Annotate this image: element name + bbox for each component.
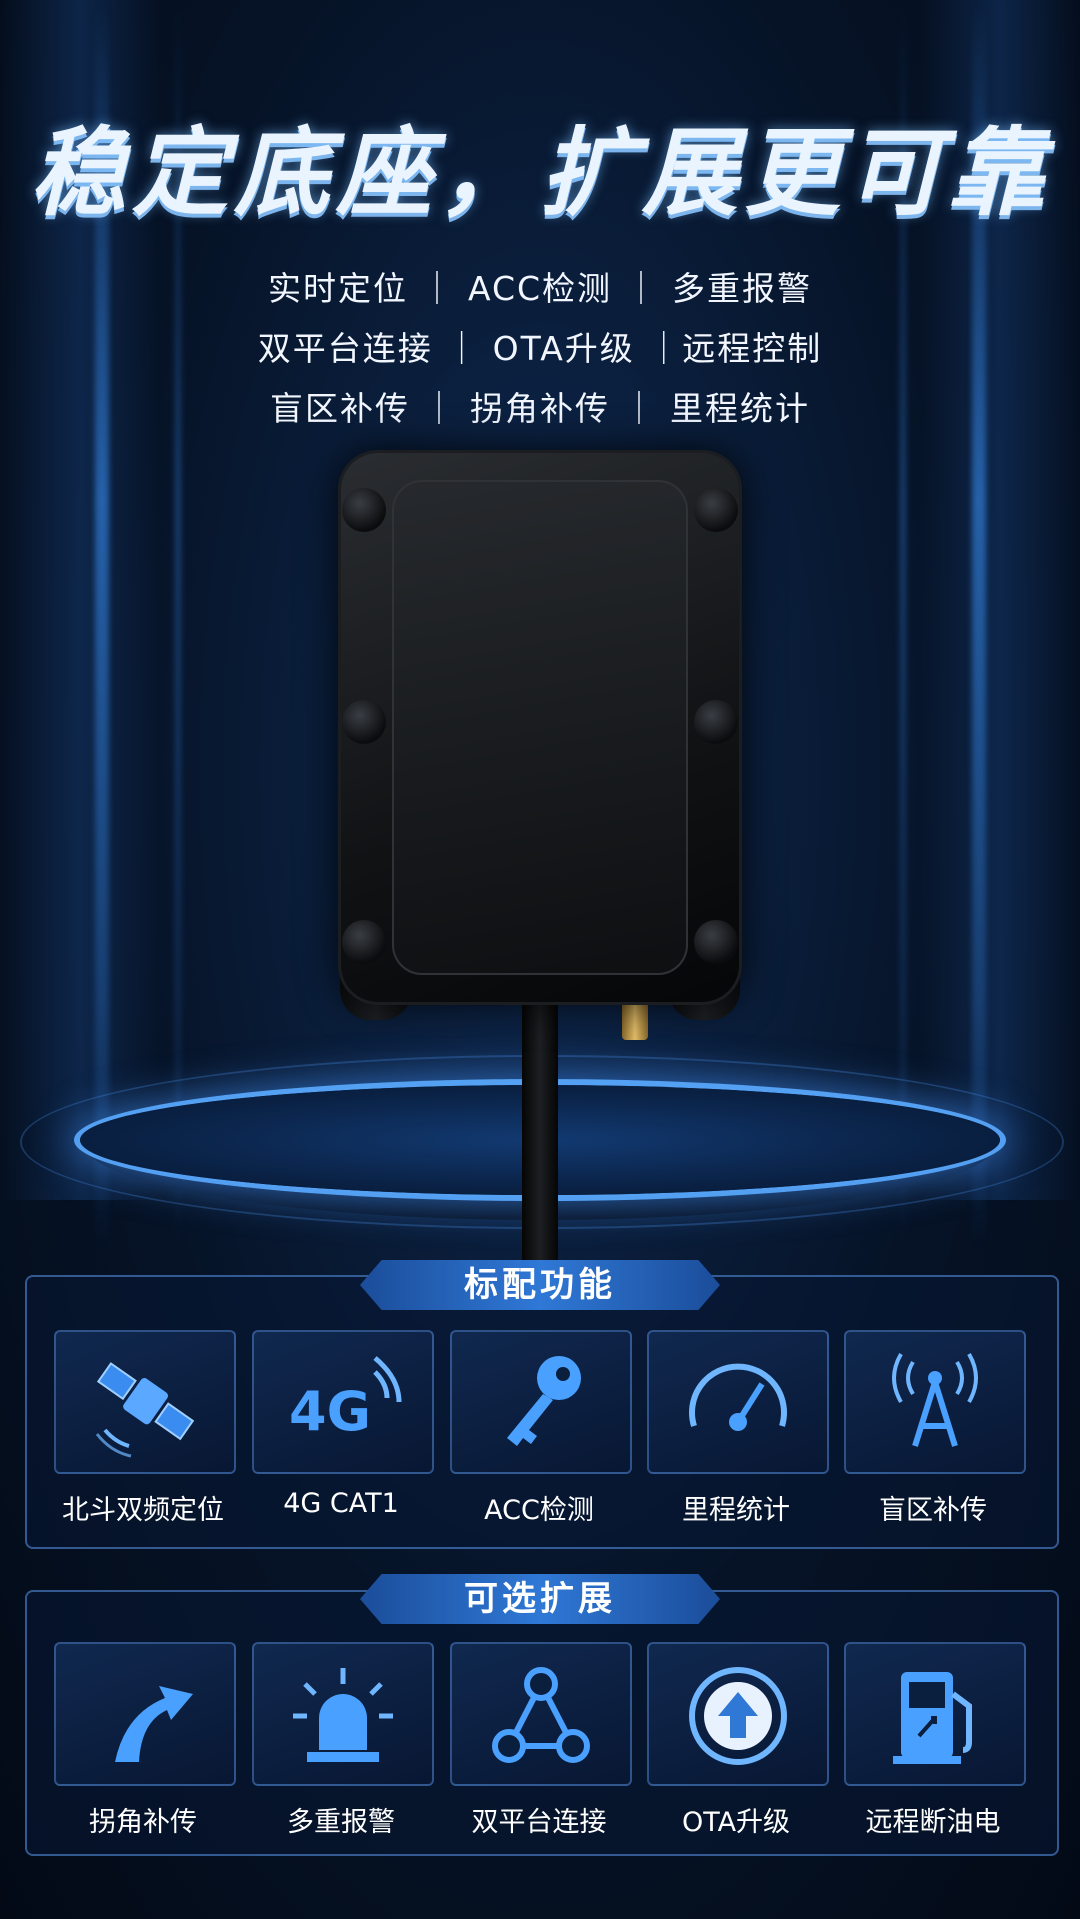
feature-label: 里程统计 [682,1495,790,1526]
bolt [342,920,386,964]
power-cable [522,1000,558,1260]
standard-features-title: 标配功能 [360,1260,720,1310]
feature-label: 双平台连接 [471,1807,607,1838]
tile-fuel [844,1642,1026,1786]
bolt [694,920,738,964]
bolt [694,700,738,744]
network-nodes-icon [492,1667,590,1763]
satellite-icon [95,1362,195,1458]
tile-tower [844,1330,1026,1474]
fuel-pump-icon [893,1672,972,1764]
tile-curved-road [54,1642,236,1786]
headline: 稳定底座，扩展更可靠 [30,117,1050,229]
tile-key [450,1330,632,1474]
bolt [342,700,386,744]
speedometer-icon [689,1363,787,1431]
alarm-light-icon [293,1668,393,1762]
bolt [342,488,386,532]
curved-road-icon [115,1686,193,1762]
feature-label: OTA升级 [681,1807,791,1838]
feature-line: 双平台连接 ｜ OTA升级 ｜远程控制 [257,329,823,368]
feature-line: 盲区补传 ｜ 拐角补传 ｜ 里程统计 [270,389,810,428]
broadcast-tower-icon [892,1352,978,1447]
feature-label: ACC检测 [484,1495,594,1526]
4g-icon-text: 4G [289,1380,371,1443]
feature-label: 4G CAT1 [283,1488,399,1519]
tile-ota [647,1642,829,1786]
feature-label: 北斗双频定位 [62,1495,224,1526]
optional-features-title: 可选扩展 [360,1574,720,1624]
tile-satellite [54,1330,236,1474]
device-face [392,480,688,975]
4g-signal-icon: 4G [289,1356,402,1443]
feature-line: 实时定位 ｜ ACC检测 ｜ 多重报警 [267,269,813,308]
key-icon [507,1356,581,1446]
upload-arrow-icon [689,1667,787,1765]
feature-label: 盲区补传 [879,1495,987,1526]
tile-alarm [252,1642,434,1786]
tile-speedometer [647,1330,829,1474]
bolt [694,488,738,532]
feature-label: 远程断油电 [865,1807,1001,1838]
tile-4g: 4G [252,1330,434,1474]
gps-tracker-device [338,450,742,1005]
feature-label: 拐角补传 [89,1807,197,1838]
tile-network [450,1642,632,1786]
feature-label: 多重报警 [287,1807,395,1838]
